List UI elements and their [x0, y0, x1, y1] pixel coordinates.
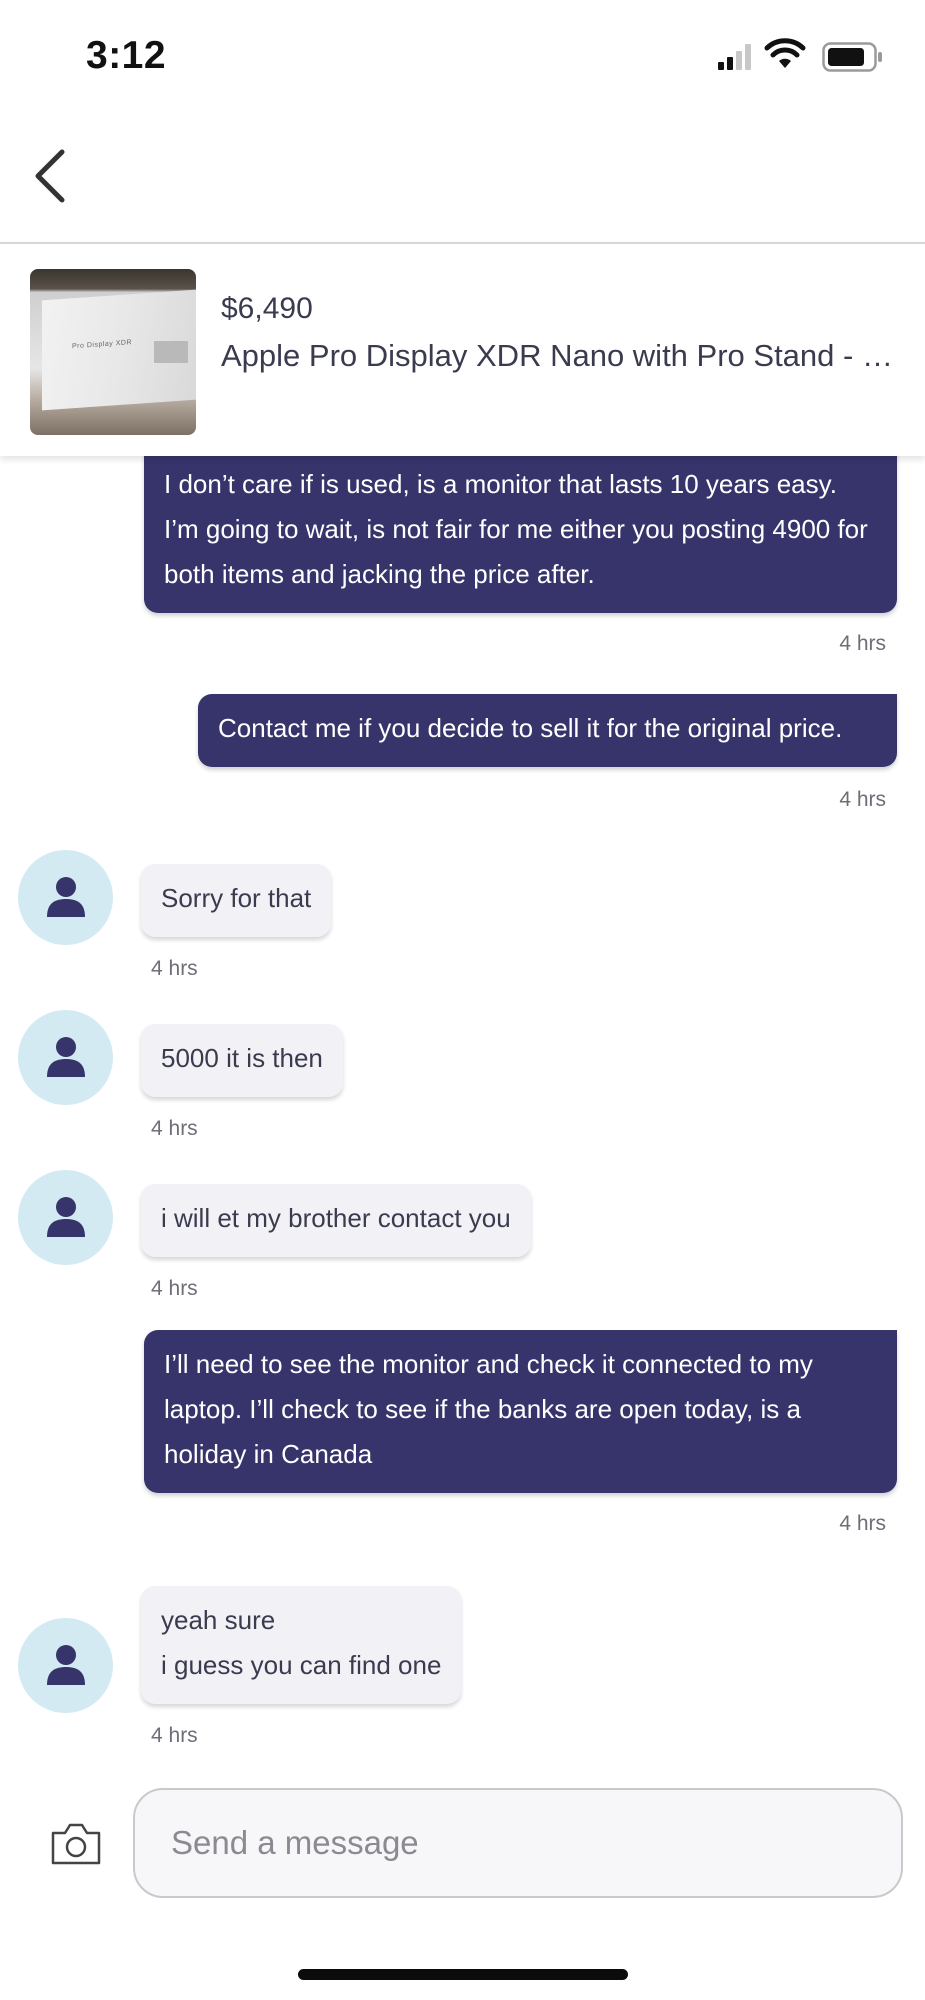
- avatar[interactable]: [18, 1618, 113, 1713]
- message-text: Sorry for that: [161, 883, 312, 913]
- message-line: i guess you can find one: [161, 1650, 442, 1680]
- avatar[interactable]: [18, 1010, 113, 1105]
- status-bar: 3:12: [0, 0, 925, 120]
- message-text: I’ll need to see the monitor and check i…: [164, 1349, 813, 1469]
- person-icon: [47, 1197, 85, 1237]
- outgoing-message: I don’t care if is used, is a monitor th…: [144, 440, 897, 613]
- camera-button[interactable]: [50, 1820, 102, 1871]
- message-text: i will et my brother contact you: [161, 1203, 511, 1233]
- incoming-message: i will et my brother contact you: [141, 1184, 531, 1257]
- message-timestamp: 4 hrs: [839, 632, 886, 655]
- thumbnail-label: Pro Display XDR: [72, 339, 133, 351]
- message-timestamp: 4 hrs: [151, 1724, 198, 1747]
- person-icon: [47, 1037, 85, 1077]
- message-input[interactable]: [133, 1788, 903, 1898]
- incoming-message: yeah sure i guess you can find one: [141, 1586, 462, 1704]
- person-icon: [47, 1645, 85, 1685]
- listing-title: Apple Pro Display XDR Nano with Pro Stan…: [221, 338, 901, 373]
- message-text: Contact me if you decide to sell it for …: [218, 713, 843, 743]
- message-text: 5000 it is then: [161, 1043, 323, 1073]
- listing-header[interactable]: Pro Display XDR $6,490 Apple Pro Display…: [0, 242, 925, 456]
- message-timestamp: 4 hrs: [151, 1117, 198, 1140]
- message-timestamp: 4 hrs: [839, 788, 886, 811]
- conversation[interactable]: I don’t care if is used, is a monitor th…: [0, 440, 925, 1754]
- avatar[interactable]: [18, 1170, 113, 1265]
- message-line: yeah sure: [161, 1605, 276, 1635]
- status-time: 3:12: [86, 34, 167, 77]
- incoming-message: 5000 it is then: [141, 1024, 343, 1097]
- person-icon: [47, 877, 85, 917]
- signal-icon: [716, 42, 756, 77]
- incoming-message: Sorry for that: [141, 864, 332, 937]
- battery-icon: [822, 42, 884, 79]
- message-timestamp: 4 hrs: [839, 1512, 886, 1535]
- listing-price: $6,490: [221, 292, 313, 325]
- back-button[interactable]: [30, 148, 80, 212]
- message-composer: [0, 1780, 925, 1910]
- message-timestamp: 4 hrs: [151, 1277, 198, 1300]
- wifi-icon: [764, 38, 806, 77]
- avatar[interactable]: [18, 850, 113, 945]
- listing-thumbnail[interactable]: Pro Display XDR: [30, 269, 196, 435]
- camera-icon: [51, 1823, 101, 1865]
- message-timestamp: 4 hrs: [151, 957, 198, 980]
- chevron-left-icon: [30, 149, 70, 208]
- message-text: I don’t care if is used, is a monitor th…: [164, 469, 868, 589]
- outgoing-message: Contact me if you decide to sell it for …: [198, 694, 897, 767]
- home-indicator: [298, 1969, 628, 1980]
- outgoing-message: I’ll need to see the monitor and check i…: [144, 1330, 897, 1493]
